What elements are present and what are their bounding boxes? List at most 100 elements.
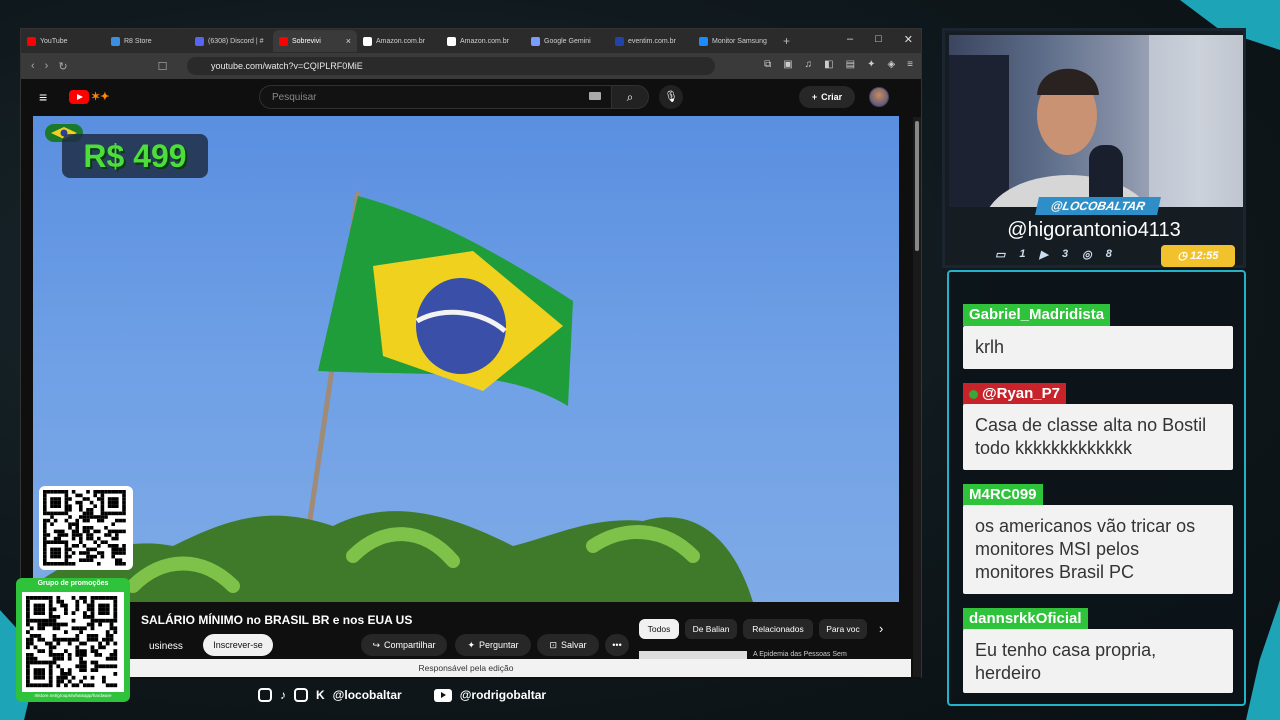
tab-favicon-icon xyxy=(279,36,288,46)
qr-code xyxy=(22,592,124,692)
music-icon[interactable]: ♫ xyxy=(805,59,813,70)
ask-button[interactable]: ✦ Perguntar xyxy=(455,634,531,656)
microphone-icon[interactable]: 🎙 xyxy=(659,85,683,109)
more-actions-button[interactable]: ••• xyxy=(605,634,629,656)
search-icon[interactable]: ⌕ xyxy=(611,85,649,109)
tab-favicon-icon xyxy=(699,36,708,46)
close-icon[interactable]: ✕ xyxy=(904,33,913,46)
menu-icon[interactable]: ≡ xyxy=(907,59,913,70)
browser-tab[interactable]: Google Gemini xyxy=(525,30,609,52)
new-tab-button[interactable]: + xyxy=(783,34,790,48)
channel-name[interactable]: usiness xyxy=(149,641,183,652)
social-handle-2: @rodrigobaltar xyxy=(459,688,547,702)
chip-para-voce[interactable]: Para voc xyxy=(819,619,867,639)
chip-relacionados[interactable]: Relacionados xyxy=(743,619,813,639)
share-button[interactable]: ↪ Compartilhar xyxy=(361,634,447,656)
tab-favicon-icon xyxy=(615,36,624,46)
hamburger-menu-icon[interactable]: ≡ xyxy=(39,89,47,105)
chip-todos[interactable]: Todos xyxy=(639,619,679,639)
chat-icon: ▭ xyxy=(995,249,1006,261)
url-field[interactable]: youtube.com/watch?v=CQIPLRF0MiE xyxy=(187,57,715,75)
video-frame-flag xyxy=(33,190,753,602)
tab-favicon-icon xyxy=(111,36,120,46)
search-input[interactable]: Pesquisar xyxy=(259,85,631,109)
bookmark-icon[interactable]: ☐ xyxy=(158,60,168,73)
chat-username-text: dannsrkkOficial xyxy=(969,610,1082,627)
subscribe-button[interactable]: Inscrever-se xyxy=(203,634,273,656)
splash-decoration xyxy=(1246,600,1280,720)
keyboard-icon[interactable] xyxy=(589,92,601,100)
chevron-right-icon[interactable]: › xyxy=(879,621,883,636)
clock-icon: ◷ xyxy=(1177,250,1188,262)
browser-tab[interactable]: Amazon.com.br xyxy=(441,30,525,52)
create-button[interactable]: + Criar xyxy=(799,86,855,108)
chip-de-balian[interactable]: De Balian xyxy=(685,619,737,639)
url-text: youtube.com/watch?v=CQIPLRF0MiE xyxy=(211,61,363,71)
minimize-icon[interactable]: – xyxy=(847,33,853,46)
youtube-icon: ▶ xyxy=(1039,249,1048,261)
whatsapp-qr-panel: Grupo de promoções r8store.net/groups/wh… xyxy=(16,578,130,702)
forward-icon[interactable]: › xyxy=(45,60,49,72)
wallet-icon[interactable]: ▤ xyxy=(846,59,855,70)
browser-tab[interactable]: YouTube xyxy=(21,30,105,52)
scrollbar-thumb[interactable] xyxy=(915,121,919,251)
extension-icon[interactable]: ⧉ xyxy=(764,59,771,70)
window-controls: – □ ✕ xyxy=(847,33,913,46)
video-title: SALÁRIO MÍNIMO no BRASIL BR e nos EUA US xyxy=(141,613,413,627)
chat-username: Gabriel_Madridista xyxy=(963,304,1111,326)
search-placeholder: Pesquisar xyxy=(272,92,317,103)
timer-value: 12:55 xyxy=(1190,250,1219,262)
reload-icon[interactable]: ↻ xyxy=(58,60,67,73)
related-title[interactable]: A Epidemia das Pessoas Sem xyxy=(753,651,847,658)
doodle-icon: ✶✦ xyxy=(91,91,110,103)
chat-message: krlh xyxy=(963,326,1233,369)
chat-message: Eu tenho casa propria, herdeiro xyxy=(963,629,1233,693)
extension-icon[interactable]: ▣ xyxy=(783,59,792,70)
page-scrollbar[interactable] xyxy=(913,117,921,677)
stream-timer: ◷ 12:55 xyxy=(1161,245,1235,267)
qr-code xyxy=(39,486,133,570)
related-thumbnail[interactable] xyxy=(639,651,747,659)
badge-icon xyxy=(969,389,978,399)
youtube-logo[interactable] xyxy=(69,90,89,104)
stat-youtube: 3 xyxy=(1062,248,1069,260)
browser-tab[interactable]: Amazon.com.br xyxy=(357,30,441,52)
bookmark-icon: ⊡ xyxy=(549,639,558,650)
save-button[interactable]: ⊡ Salvar xyxy=(537,634,599,656)
kick-icon: ◎ xyxy=(1082,249,1092,261)
chat-username-text: M4RC099 xyxy=(969,486,1037,503)
stream-stats: ▭ 1 ▶ 3 ◎ 8 xyxy=(995,248,1112,261)
browser-tab[interactable]: (6308) Discord | # xyxy=(189,30,273,52)
save-label: Salvar xyxy=(561,640,587,650)
sidebar-icon[interactable]: ◧ xyxy=(824,59,833,70)
browser-tab[interactable]: R8 Store xyxy=(105,30,189,52)
browser-window: YouTube R8 Store (6308) Discord | # Sobrevi… xyxy=(20,28,922,679)
tab-favicon-icon xyxy=(363,36,372,46)
channel-badge: @LOCOBALTAR xyxy=(1035,197,1161,215)
account-avatar[interactable] xyxy=(869,87,889,107)
maximize-icon[interactable]: □ xyxy=(875,33,882,46)
sparkle-icon[interactable]: ✦ xyxy=(867,59,875,70)
tab-label: Amazon.com.br xyxy=(460,37,510,45)
instagram-icon xyxy=(258,688,272,702)
shield-icon[interactable]: ◈ xyxy=(887,59,895,70)
chat-panel: Gabriel_Madridista krlh @Ryan_P7 Casa de… xyxy=(947,270,1246,706)
tab-label: YouTube xyxy=(40,37,68,45)
tab-favicon-icon xyxy=(531,36,540,46)
chat-message: os americanos vão tricar os monitores MS… xyxy=(963,505,1233,594)
edit-notice: Responsável pela edição xyxy=(21,659,911,677)
browser-tab[interactable]: Sobrevivi × xyxy=(273,30,357,52)
share-icon: ↪ xyxy=(372,639,380,650)
close-tab-icon[interactable]: × xyxy=(346,36,351,46)
chat-username: dannsrkkOficial xyxy=(963,608,1088,630)
extension-icons: ⧉ ▣ ♫ ◧ ▤ ✦ ◈ ≡ xyxy=(764,59,913,70)
chat-username: M4RC099 xyxy=(963,484,1043,506)
video-player[interactable] xyxy=(33,116,899,602)
browser-tab[interactable]: eventim.com.br xyxy=(609,30,693,52)
create-label: Criar xyxy=(821,92,843,102)
sparkle-icon: ✦ xyxy=(467,639,475,650)
browser-tab[interactable]: Monitor Samsung xyxy=(693,30,777,52)
subscribe-label: Inscrever-se xyxy=(213,640,263,650)
back-icon[interactable]: ‹ xyxy=(31,60,35,72)
tab-label: Monitor Samsung xyxy=(712,37,767,45)
